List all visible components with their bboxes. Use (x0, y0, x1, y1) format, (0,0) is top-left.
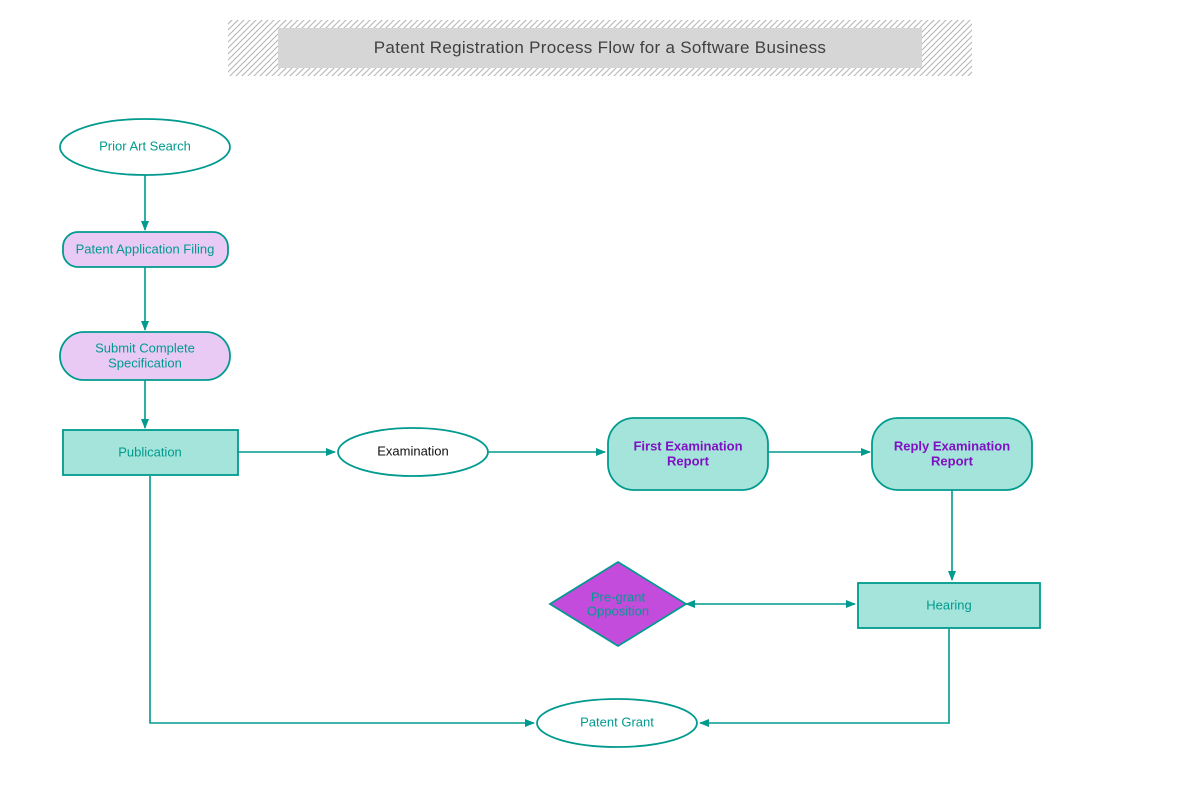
node-filing: Patent Application Filing (63, 232, 228, 267)
label-pregrant-2: Opposition (587, 603, 649, 618)
edge-hearing-to-grant (700, 628, 949, 723)
node-prior-art-search: Prior Art Search (60, 119, 230, 175)
label-first-exam-2: Report (667, 453, 710, 468)
node-submit-spec: Submit Complete Specification (60, 332, 230, 380)
label-prior-art: Prior Art Search (99, 138, 191, 153)
node-publication: Publication (63, 430, 238, 475)
label-pregrant-1: Pre-grant (591, 589, 646, 604)
label-patent-grant: Patent Grant (580, 714, 654, 729)
edge-publication-to-grant (150, 476, 534, 723)
label-filing: Patent Application Filing (76, 241, 215, 256)
node-hearing: Hearing (858, 583, 1040, 628)
node-examination: Examination (338, 428, 488, 476)
node-pregrant-opposition: Pre-grant Opposition (550, 562, 686, 646)
label-reply-exam-2: Report (931, 453, 974, 468)
node-reply-exam-report: Reply Examination Report (872, 418, 1032, 490)
label-submit-spec-2: Specification (108, 355, 182, 370)
diagram-title: Patent Registration Process Flow for a S… (374, 38, 826, 57)
label-reply-exam-1: Reply Examination (894, 438, 1010, 453)
label-first-exam-1: First Examination (633, 438, 742, 453)
label-hearing: Hearing (926, 597, 972, 612)
label-submit-spec-1: Submit Complete (95, 340, 195, 355)
label-publication: Publication (118, 444, 182, 459)
node-first-exam-report: First Examination Report (608, 418, 768, 490)
node-patent-grant: Patent Grant (537, 699, 697, 747)
label-examination: Examination (377, 443, 449, 458)
title-banner: Patent Registration Process Flow for a S… (228, 20, 972, 76)
